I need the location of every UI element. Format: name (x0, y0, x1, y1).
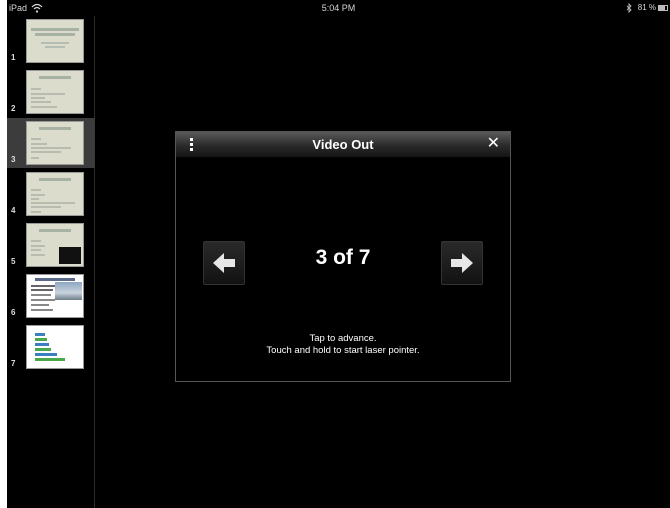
slide-preview (26, 172, 84, 216)
slide-thumbnail-sidebar: 1 2 3 4 5 6 7 (7, 16, 95, 508)
bluetooth-icon (626, 3, 632, 13)
slide-number: 6 (11, 308, 16, 317)
slide-preview (26, 19, 84, 63)
slide-preview (26, 121, 84, 165)
slide-number: 3 (11, 155, 16, 164)
slide-thumbnail-4[interactable]: 4 (7, 169, 95, 219)
close-icon[interactable]: ✕ (487, 134, 500, 154)
slide-thumbnail-1[interactable]: 1 (7, 16, 95, 66)
slide-preview (26, 325, 84, 369)
slide-preview (26, 223, 84, 267)
slide-thumbnail-6[interactable]: 6 (7, 271, 95, 321)
battery-percent: 81 % (637, 3, 656, 12)
slide-thumbnail-5[interactable]: 5 (7, 220, 95, 270)
slide-thumbnail-7[interactable]: 7 (7, 322, 95, 372)
dialog-title: Video Out (312, 137, 374, 152)
slide-number: 4 (11, 206, 16, 215)
ipad-screen: iPad 5:04 PM 81 % 1 2 3 4 5 6 7 Video Ou… (7, 0, 670, 508)
status-bar: iPad 5:04 PM 81 % (7, 0, 670, 16)
right-arrow-icon (451, 253, 473, 273)
slide-number: 1 (11, 53, 16, 62)
hint-laser-pointer: Touch and hold to start laser pointer. (266, 345, 420, 356)
slide-thumbnail-2[interactable]: 2 (7, 67, 95, 117)
next-slide-button[interactable] (441, 241, 483, 285)
slide-number: 2 (11, 104, 16, 113)
slide-number: 7 (11, 359, 16, 368)
battery-icon (658, 5, 668, 11)
video-out-dialog: Video Out ✕ 3 of 7 Tap to advance. Touch… (175, 131, 511, 382)
status-time: 5:04 PM (321, 3, 356, 13)
slide-preview (26, 70, 84, 114)
slide-thumbnail-3[interactable]: 3 (7, 118, 95, 168)
slide-number: 5 (11, 257, 16, 266)
dialog-header: Video Out ✕ (176, 132, 510, 158)
hint-tap-to-advance: Tap to advance. (309, 333, 377, 344)
slide-preview (26, 274, 84, 318)
